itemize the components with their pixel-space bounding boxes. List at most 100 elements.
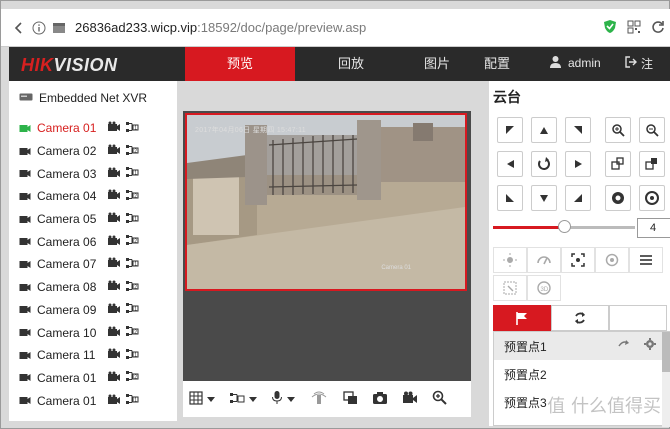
user-menu[interactable]: admin [549,55,601,71]
preset-item[interactable]: 预置点1 [494,332,670,360]
record-icon[interactable] [107,257,121,271]
stream-icon[interactable]: 2 [125,370,139,385]
pan-left-button[interactable] [497,151,523,177]
focus-far-icon [645,158,657,170]
broadcast-button[interactable] [311,391,327,408]
camera-item[interactable]: Camera 07 1 [19,253,139,276]
ptz-function-row-2: 3D [493,275,670,301]
pan-up-left-button[interactable] [497,117,523,143]
url-text[interactable]: 26836ad233.wicp.vip:18592/doc/page/previ… [75,20,366,35]
stream-icon[interactable]: 1 [125,302,139,317]
audio-selector[interactable] [271,390,295,408]
scroll-thumb[interactable] [662,332,670,372]
camera-item[interactable]: Camera 04 2 [19,185,139,208]
tab-config[interactable]: 配置 [467,47,527,81]
stream-icon[interactable]: 2 [125,189,139,204]
pan-down-left-button[interactable] [497,185,523,211]
tab-presets[interactable] [493,305,551,331]
camera-item[interactable]: Camera 10 2 [19,321,139,344]
tab-pictures[interactable]: 图片 [407,47,467,81]
device-node[interactable]: Embedded Net XVR [19,91,147,105]
3d-zoom-button[interactable]: 3D [527,275,561,301]
ptz-speed-slider[interactable] [493,220,635,233]
stream-icon[interactable]: 2 [125,280,139,295]
info-icon[interactable] [29,18,49,38]
menu-button[interactable] [629,247,663,273]
3d-positioning-button[interactable] [493,275,527,301]
preset-scrollbar[interactable] [662,332,670,427]
record-icon[interactable] [107,348,121,362]
stream-icon[interactable]: 2 [125,234,139,249]
focus-near-button[interactable] [605,151,631,177]
iris-open-button[interactable] [605,185,631,211]
stream-icon[interactable]: 2 [125,325,139,340]
stream-icon[interactable]: 1 [125,212,139,227]
video-feed[interactable]: 2017年04月06日 星期四 15:47:11 Camera 01 [185,113,467,291]
slider-thumb[interactable] [558,220,571,233]
zoom-in-icon [432,390,447,408]
camera-item[interactable]: Camera 03 1 [19,162,139,185]
logout-button[interactable]: 注 [625,55,653,72]
layout-selector[interactable] [189,390,215,408]
zoom-button[interactable] [432,390,447,408]
call-preset-icon[interactable] [618,338,630,353]
record-icon[interactable] [107,394,121,408]
back-icon[interactable] [9,18,29,38]
logout-label: 注 [641,57,654,71]
iris-close-button[interactable] [639,185,665,211]
camera-item[interactable]: Camera 05 1 [19,208,139,231]
preset-item[interactable]: 预置点2 [494,360,670,388]
stream-selector[interactable] [229,391,257,408]
zoom-out-button[interactable] [639,117,665,143]
record-icon[interactable] [107,303,121,317]
pan-down-right-button[interactable] [565,185,591,211]
camera-item[interactable]: Camera 06 2 [19,230,139,253]
camera-item[interactable]: Camera 11 1 [19,344,139,367]
camera-item[interactable]: Camera 01 1 [19,117,139,140]
tab-playback[interactable]: 回放 [295,47,407,81]
tilt-up-button[interactable] [531,117,557,143]
record-icon[interactable] [107,235,121,249]
stream-icon[interactable]: 2 [125,144,139,159]
pan-right-button[interactable] [565,151,591,177]
pan-up-right-button[interactable] [565,117,591,143]
auto-pan-button[interactable] [531,151,557,177]
lens-init-button[interactable] [595,247,629,273]
stream-icon[interactable]: 1 [125,257,139,272]
camera-item[interactable]: Camera 01 2 [19,367,139,390]
focus-far-button[interactable] [639,151,665,177]
shield-icon[interactable] [603,19,617,37]
auxiliary-focus-button[interactable] [561,247,595,273]
stream-icon[interactable]: 1 [125,348,139,363]
tab-preview[interactable]: 预览 [185,47,295,81]
zoom-in-button[interactable] [605,117,631,143]
tab-patrol[interactable] [551,305,609,331]
tilt-down-button[interactable] [531,185,557,211]
camera-item[interactable]: Camera 01 1 [19,389,139,412]
record-icon[interactable] [107,167,121,181]
record-icon[interactable] [107,326,121,340]
camera-item[interactable]: Camera 08 2 [19,276,139,299]
tab-pattern[interactable] [609,305,667,331]
camera-item[interactable]: Camera 02 2 [19,140,139,163]
gear-icon[interactable] [644,338,656,353]
snapshot-button[interactable] [372,391,388,408]
stream-icon[interactable]: 1 [125,166,139,181]
stream-icon[interactable]: 1 [125,393,139,408]
refresh-icon[interactable] [651,20,665,37]
record-icon[interactable] [107,144,121,158]
browser-window: 26836ad233.wicp.vip:18592/doc/page/previ… [0,0,670,429]
qr-code-icon[interactable] [627,20,641,37]
record-icon[interactable] [107,212,121,226]
camera-status-icon [19,282,31,293]
record-icon[interactable] [107,189,121,203]
stream-icon[interactable]: 1 [125,121,139,136]
light-button[interactable] [493,247,527,273]
record-icon[interactable] [107,121,121,135]
record-icon[interactable] [107,371,121,385]
camera-item[interactable]: Camera 09 1 [19,299,139,322]
record-button[interactable] [402,391,418,408]
record-icon[interactable] [107,280,121,294]
wiper-button[interactable] [527,247,561,273]
multi-window-button[interactable] [343,390,358,408]
